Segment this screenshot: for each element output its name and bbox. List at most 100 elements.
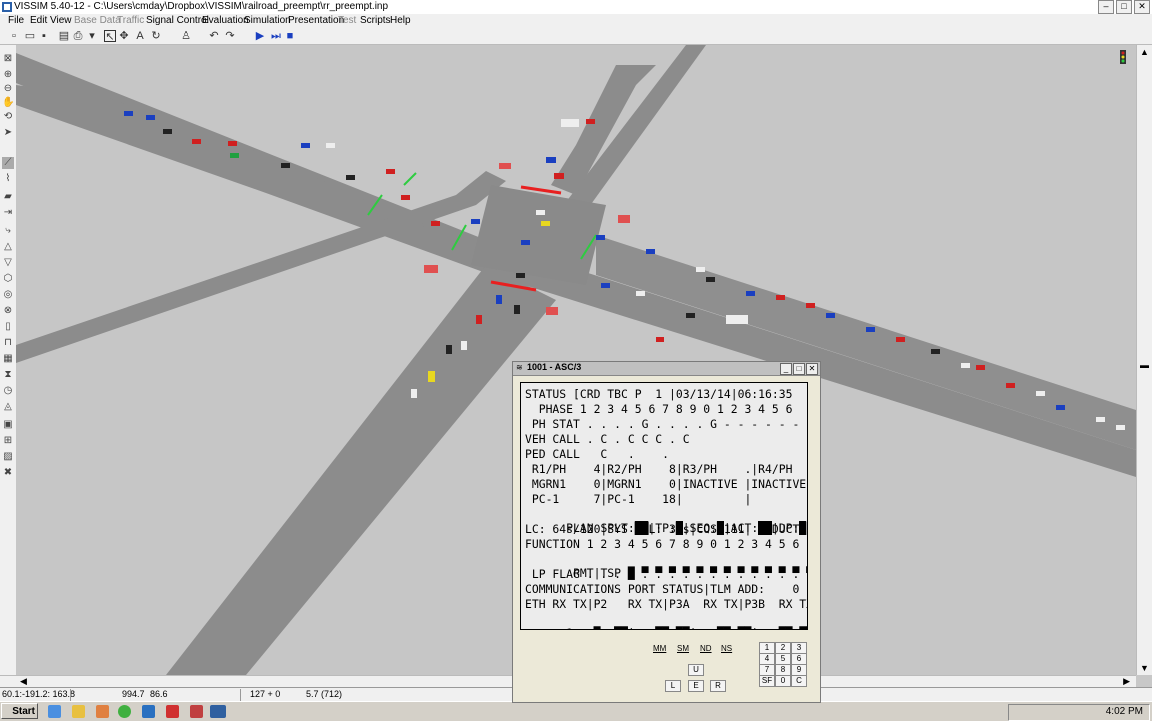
scroll-up-icon[interactable]: ▲ <box>1140 47 1149 57</box>
reduce-speed-icon[interactable]: △ <box>2 241 14 253</box>
menu-simulation[interactable]: Simulation <box>244 15 291 26</box>
rotate-3d-icon[interactable]: ⟲ <box>2 111 14 123</box>
stop-sign-icon[interactable]: ⬡ <box>2 273 14 285</box>
chrome-icon[interactable] <box>118 705 131 718</box>
menu-presentation[interactable]: Presentation <box>288 15 344 26</box>
route-icon[interactable]: ⤷ <box>2 225 14 237</box>
key-sf[interactable]: SF <box>759 675 775 687</box>
scroll-right-icon[interactable]: ▶ <box>1123 676 1130 687</box>
node-icon[interactable]: ⊞ <box>2 435 14 447</box>
zoom-out-icon[interactable]: ⊖ <box>2 83 14 95</box>
key-nd[interactable]: ND <box>700 644 712 653</box>
key-right[interactable]: R <box>710 680 726 692</box>
zoom-icon[interactable]: ▾ <box>86 30 98 42</box>
queue-counter-icon[interactable]: ▣ <box>2 419 14 431</box>
priority-rule-icon[interactable]: ◎ <box>2 289 14 301</box>
pan-hand-icon[interactable]: ✋ <box>2 97 14 109</box>
gate-marker-4 <box>546 307 558 315</box>
key-up[interactable]: U <box>688 664 704 676</box>
term-line-7: MGRN1 0|MGRN1 0|INACTIVE |INACTIVE <box>525 477 807 491</box>
stop-icon[interactable]: ■ <box>284 30 296 42</box>
redo-icon[interactable]: ↷ <box>224 30 236 42</box>
scroll-left-icon[interactable]: ◀ <box>20 676 27 687</box>
start-button[interactable]: Start <box>1 703 38 719</box>
left-toolbar: ⊠ ⊕ ⊖ ✋ ⟲ ➤ ⟋ ⌇ ▰ ⇥ ⤷ △ ▽ ⬡ ◎ ⊗ ▯ ⊓ ▦ ⧗ … <box>0 45 17 675</box>
minimize-button[interactable]: – <box>1098 0 1114 14</box>
select-icon[interactable]: ↖ <box>104 30 116 43</box>
input-icon[interactable]: ⇥ <box>2 207 14 219</box>
delay-icon[interactable]: ◷ <box>2 385 14 397</box>
close-button[interactable]: ✕ <box>1134 0 1150 14</box>
term-line-3: PH STAT . . . . G . . . . G - - - - - - … <box>525 417 808 431</box>
system-tray: 4:02 PM <box>1008 704 1150 721</box>
term-line-10: LC: 64s/120|SYS CYL: 35s|COS 111| DEDUCT <box>525 522 800 536</box>
menu-signal-control[interactable]: Signal Control <box>146 15 209 26</box>
desktop-icon[interactable] <box>48 705 61 718</box>
asc3-terminal[interactable]: STATUS [CRD TBC P 1 |03/13/14|06:16:35 P… <box>520 382 808 630</box>
open-icon[interactable]: ▭ <box>24 30 36 42</box>
detector-icon[interactable]: ▯ <box>2 321 14 333</box>
link-icon[interactable]: ⟋ <box>2 157 14 169</box>
key-c[interactable]: C <box>791 675 807 687</box>
outlook-icon[interactable] <box>142 705 155 718</box>
vehicle-icon[interactable]: ▰ <box>2 191 14 203</box>
asc3-maximize-button[interactable]: □ <box>793 363 805 375</box>
conflict-area-icon[interactable]: ⊗ <box>2 305 14 317</box>
zoom-all-icon[interactable]: ⊠ <box>2 53 14 65</box>
pedestrian-icon[interactable]: ♙ <box>180 30 192 42</box>
key-enter[interactable]: E <box>688 680 704 692</box>
menu-view[interactable]: View <box>50 15 72 26</box>
menu-evaluation[interactable]: Evaluation <box>202 15 249 26</box>
cross-icon[interactable]: ✖ <box>2 467 14 479</box>
zoom-in-icon[interactable]: ⊕ <box>2 69 14 81</box>
pedestrian-area-icon[interactable]: ▨ <box>2 451 14 463</box>
key-left[interactable]: L <box>665 680 681 692</box>
asc3-close-button[interactable]: ✕ <box>806 363 818 375</box>
key-mm[interactable]: MM <box>653 644 666 653</box>
menu-help[interactable]: Help <box>390 15 411 26</box>
key-0[interactable]: 0 <box>775 675 791 687</box>
signal-head-icon[interactable]: ▽ <box>2 257 14 269</box>
step-icon[interactable]: ⏭ <box>270 30 282 42</box>
key-ns[interactable]: NS <box>721 644 732 653</box>
pan-icon[interactable]: ✥ <box>118 30 130 42</box>
key-sm[interactable]: SM <box>677 644 689 653</box>
menu-edit[interactable]: Edit <box>30 15 47 26</box>
maximize-button[interactable]: □ <box>1116 0 1132 14</box>
transit-stop-icon[interactable]: ⊓ <box>2 337 14 349</box>
menu-scripts[interactable]: Scripts <box>360 15 391 26</box>
play-icon[interactable]: ▶ <box>254 30 266 42</box>
scroll-thumb-icon[interactable]: ▬ <box>1140 360 1149 370</box>
menu-file[interactable]: File <box>8 15 24 26</box>
rotate-icon[interactable]: ↻ <box>150 30 162 42</box>
parking-icon[interactable]: ▦ <box>2 353 14 365</box>
undo-icon[interactable]: ↶ <box>208 30 220 42</box>
traffic-light-icon[interactable] <box>1120 50 1126 64</box>
move-icon[interactable]: ➤ <box>2 127 14 139</box>
term-line-13: LP FLAG . . . . . . . . . . . . . . . . <box>525 567 800 581</box>
menu-test[interactable]: Test <box>338 15 356 26</box>
term-line-6: R1/PH 4|R2/PH 8|R3/PH .|R4/PH . <box>525 462 808 476</box>
connector-icon[interactable]: ⌇ <box>2 173 14 185</box>
explorer-icon[interactable] <box>72 705 85 718</box>
app-icon[interactable] <box>190 705 203 718</box>
print-preview-icon[interactable]: ▤ <box>58 30 70 42</box>
new-icon[interactable]: ▫ <box>8 30 20 42</box>
acrobat-icon[interactable] <box>166 705 179 718</box>
firefox-icon[interactable] <box>96 705 109 718</box>
print-icon[interactable]: ⎙ <box>72 30 84 42</box>
vertical-scrollbar[interactable]: ▲ ▬ ▼ <box>1136 45 1152 675</box>
data-collection-icon[interactable]: ◬ <box>2 401 14 413</box>
asc3-window[interactable]: ≋ 1001 - ASC/3 _ □ ✕ STATUS [CRD TBC P 1… <box>512 361 821 703</box>
asc3-title: 1001 - ASC/3 <box>527 362 582 372</box>
save-icon[interactable]: ▪ <box>38 30 50 42</box>
menu-base-data[interactable]: Base Data <box>74 15 121 26</box>
asc3-minimize-button[interactable]: _ <box>780 363 792 375</box>
scroll-down-icon[interactable]: ▼ <box>1140 663 1149 673</box>
title-bar: VISSIM 5.40-12 - C:\Users\cmday\Dropbox\… <box>0 0 1152 15</box>
menu-traffic[interactable]: Traffic <box>117 15 144 26</box>
travel-time-icon[interactable]: ⧗ <box>2 369 14 381</box>
vissim-task-icon[interactable] <box>210 705 226 718</box>
asc3-title-bar[interactable]: ≋ 1001 - ASC/3 _ □ ✕ <box>513 362 820 376</box>
text-icon[interactable]: A <box>134 30 146 42</box>
